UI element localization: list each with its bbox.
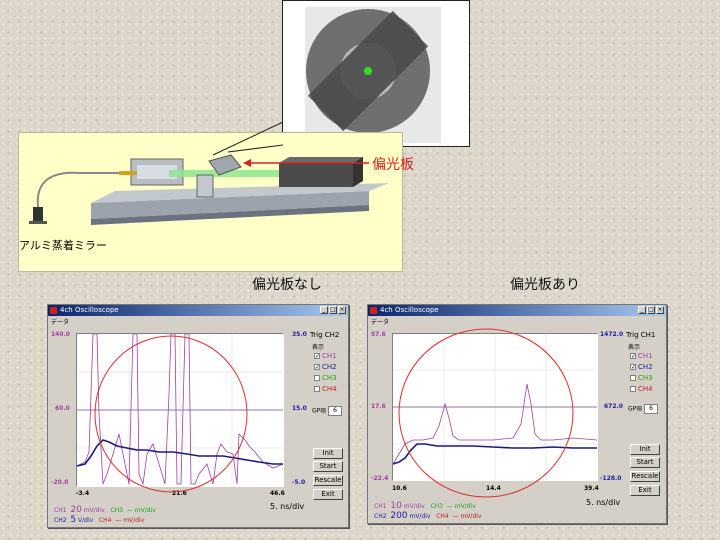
start-button[interactable]: Start <box>630 457 660 468</box>
checkbox-ch4[interactable] <box>314 385 320 392</box>
oscilloscope-window-right: 4ch Oscilloscope _ □ × データ 57.6 17.6 -22… <box>367 304 667 524</box>
footer-ch1-value: 20 <box>70 505 82 515</box>
gpib-input[interactable]: 6 <box>644 404 659 414</box>
time-per-div: 5. ns/div <box>270 502 305 511</box>
footer-ch2-unit: mV/div <box>409 513 431 520</box>
exit-button[interactable]: Exit <box>313 489 343 500</box>
channel-toggle-ch3[interactable]: CH3 <box>630 372 653 383</box>
trig-label: Trig <box>310 331 323 339</box>
highlight-circle <box>94 335 248 493</box>
channel-label-ch4: CH4 <box>638 384 653 393</box>
footer-ch2-value: 5 <box>70 515 77 525</box>
time-per-div: 5. ns/div <box>586 498 621 507</box>
rescale-button[interactable]: Rescale <box>313 475 343 486</box>
footer-ch2-value: 200 <box>390 511 408 521</box>
footer-ch3-unit: mV/div <box>454 503 476 510</box>
footer-ch1-unit: mV/div <box>403 503 425 510</box>
channel-label-ch1: CH1 <box>638 351 653 360</box>
footer-ch1-unit: mV/div <box>83 507 105 514</box>
gpib-label: GPIB <box>312 407 327 415</box>
footer-ch2-unit: V/div <box>78 517 94 524</box>
channel-label-ch4: CH4 <box>322 384 337 393</box>
caption-without-polarizer: 偏光板なし <box>252 277 322 293</box>
start-button[interactable]: Start <box>313 461 343 472</box>
trig-channel[interactable]: CH1 <box>641 331 656 339</box>
channel-toggle-ch1[interactable]: ✓ CH1 <box>314 350 337 361</box>
footer-ch3-value: — <box>126 507 133 514</box>
gpib-label: GPIB <box>628 405 643 413</box>
gpib-input[interactable]: 6 <box>328 406 343 416</box>
trig-label: Trig <box>626 331 639 339</box>
footer-row-1: CH1 10 mV/div CH3 — mV/div <box>374 501 481 511</box>
footer-ch3-unit: mV/div <box>134 507 156 514</box>
zoom-connector-lines <box>212 121 284 156</box>
init-button[interactable]: Init <box>313 448 343 459</box>
footer-ch4-name: CH4 <box>436 513 449 520</box>
checkbox-ch4[interactable] <box>630 385 636 392</box>
footer-row-1: CH1 20 mV/div CH3 — mV/div <box>54 505 156 515</box>
footer-ch4-unit: mV/div <box>460 513 482 520</box>
scale-footer: CH1 20 mV/div CH3 — mV/div CH2 5 V/div C… <box>54 505 156 525</box>
exit-button[interactable]: Exit <box>630 485 660 496</box>
footer-ch4-value: — <box>115 517 122 524</box>
footer-ch2-name: CH2 <box>54 517 67 524</box>
channel-label-ch1: CH1 <box>322 351 337 360</box>
channel-toggle-ch2[interactable]: ✓ CH2 <box>314 361 337 372</box>
footer-ch4-unit: mV/div <box>123 517 145 524</box>
checkbox-ch3[interactable] <box>314 374 320 381</box>
init-button[interactable]: Init <box>630 444 660 455</box>
rescale-button[interactable]: Rescale <box>630 471 660 482</box>
footer-ch1-name: CH1 <box>54 507 67 514</box>
polarizer-label: 偏光板 <box>372 157 414 173</box>
footer-ch2-name: CH2 <box>374 513 387 520</box>
footer-ch3-name: CH3 <box>430 503 443 510</box>
checkbox-ch3[interactable] <box>630 374 636 381</box>
trig-channel[interactable]: CH2 <box>325 331 340 339</box>
channel-toggle-ch3[interactable]: CH3 <box>314 372 337 383</box>
footer-ch3-name: CH3 <box>110 507 123 514</box>
oscilloscope-window-left: 4ch Oscilloscope _ □ × データ 140.0 60.0 -2… <box>47 304 349 528</box>
footer-ch4-name: CH4 <box>98 517 112 524</box>
footer-row-2: CH2 200 mV/div CH4 — mV/div <box>374 511 481 521</box>
mirror-label: アルミ蒸着ミラー <box>19 239 107 252</box>
footer-ch3-value: — <box>446 503 453 510</box>
footer-ch4-value: — <box>452 513 459 520</box>
channel-toggle-ch1[interactable]: ✓ CH1 <box>630 350 653 361</box>
channel-toggle-ch4[interactable]: CH4 <box>630 383 653 394</box>
highlight-circle <box>398 328 574 498</box>
footer-ch1-value: 10 <box>390 501 402 511</box>
channel-label-ch2: CH2 <box>322 362 337 371</box>
caption-with-polarizer: 偏光板あり <box>510 277 580 293</box>
checkbox-ch2[interactable]: ✓ <box>630 363 636 370</box>
checkbox-ch1[interactable]: ✓ <box>314 352 320 359</box>
footer-row-2: CH2 5 V/div CH4 — mV/div <box>54 515 156 525</box>
channel-toggle-ch2[interactable]: ✓ CH2 <box>630 361 653 372</box>
scale-footer: CH1 10 mV/div CH3 — mV/div CH2 200 mV/di… <box>374 501 481 521</box>
channel-label-ch3: CH3 <box>638 373 653 382</box>
footer-ch1-name: CH1 <box>374 503 387 510</box>
checkbox-ch2[interactable]: ✓ <box>314 363 320 370</box>
checkbox-ch1[interactable]: ✓ <box>630 352 636 359</box>
channel-toggle-ch4[interactable]: CH4 <box>314 383 337 394</box>
channel-label-ch2: CH2 <box>638 362 653 371</box>
channel-label-ch3: CH3 <box>322 373 337 382</box>
